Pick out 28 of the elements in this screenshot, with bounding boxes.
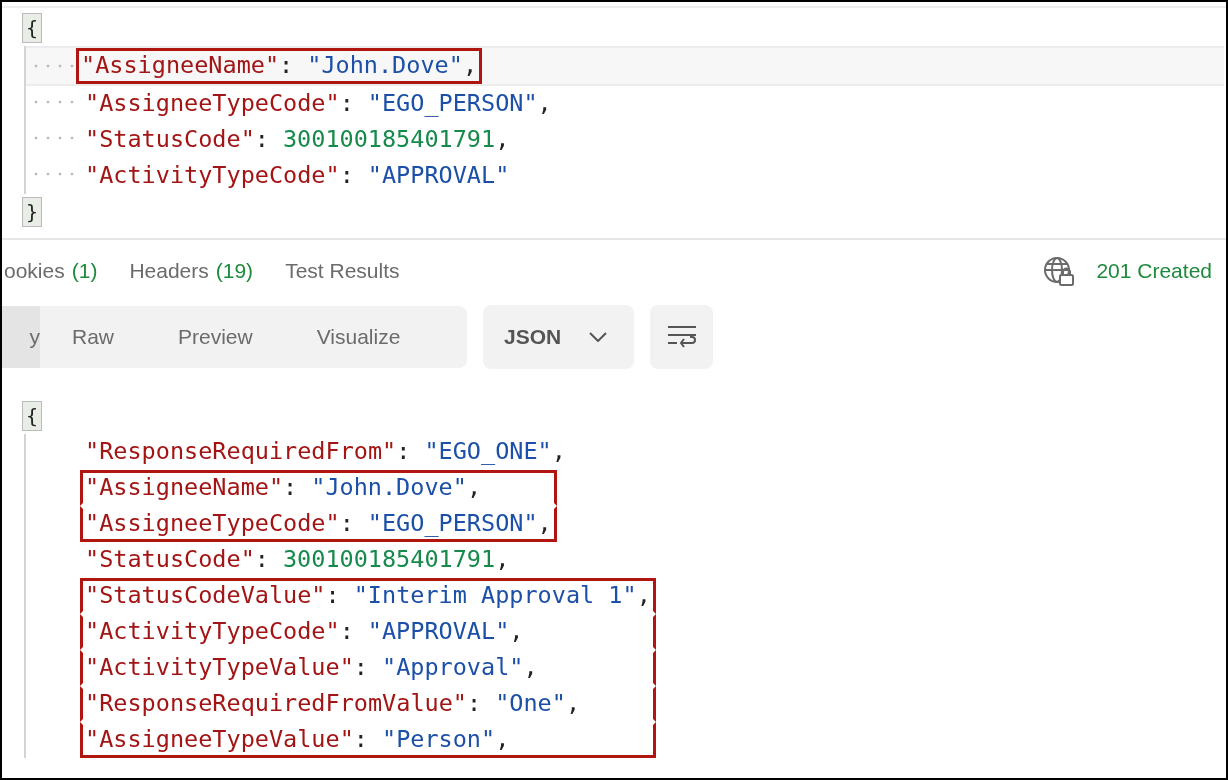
json-line: "AssigneeTypeCode": "EGO_PERSON", [84, 88, 553, 120]
json-line: "StatusCode": 300100185401791, [84, 124, 511, 156]
view-mode-tab[interactable]: Preview [146, 306, 285, 368]
fold-brace[interactable]: { [22, 13, 43, 43]
json-line: "AssigneeName": "John.Dove", [80, 470, 557, 506]
view-mode-tab[interactable]: Raw [40, 306, 146, 368]
response-tab[interactable]: Test Results [285, 255, 400, 287]
json-line: "ActivityTypeValue": "Approval", [80, 650, 656, 686]
view-mode-tab[interactable]: y [2, 306, 40, 368]
json-line: "StatusCodeValue": "Interim Approval 1", [80, 578, 656, 614]
globe-lock-icon[interactable] [1042, 255, 1077, 287]
json-line: "AssigneeTypeValue": "Person", [80, 722, 656, 758]
fold-brace[interactable]: { [22, 401, 43, 431]
fold-brace[interactable]: } [22, 197, 43, 227]
status-text: 201 Created [1096, 258, 1212, 285]
json-line: "StatusCode": 300100185401791, [84, 544, 511, 576]
json-line: "AssigneeTypeCode": "EGO_PERSON", [80, 506, 557, 542]
format-dropdown[interactable]: JSON [483, 305, 634, 369]
response-tab[interactable]: ookies (1) [4, 255, 98, 287]
response-tab[interactable]: Headers (19) [129, 255, 254, 287]
chevron-down-icon [589, 332, 608, 342]
json-line: "ActivityTypeCode": "APPROVAL", [80, 614, 656, 650]
wrap-lines-icon [665, 324, 698, 350]
view-mode-tab[interactable]: Visualize [284, 306, 433, 368]
json-line: "ResponseRequiredFromValue": "One", [80, 686, 656, 722]
json-line: "ActivityTypeCode": "APPROVAL" [84, 160, 511, 192]
json-line: "ResponseRequiredFrom": "EGO_ONE", [84, 436, 567, 468]
wrap-lines-button[interactable] [650, 305, 713, 369]
